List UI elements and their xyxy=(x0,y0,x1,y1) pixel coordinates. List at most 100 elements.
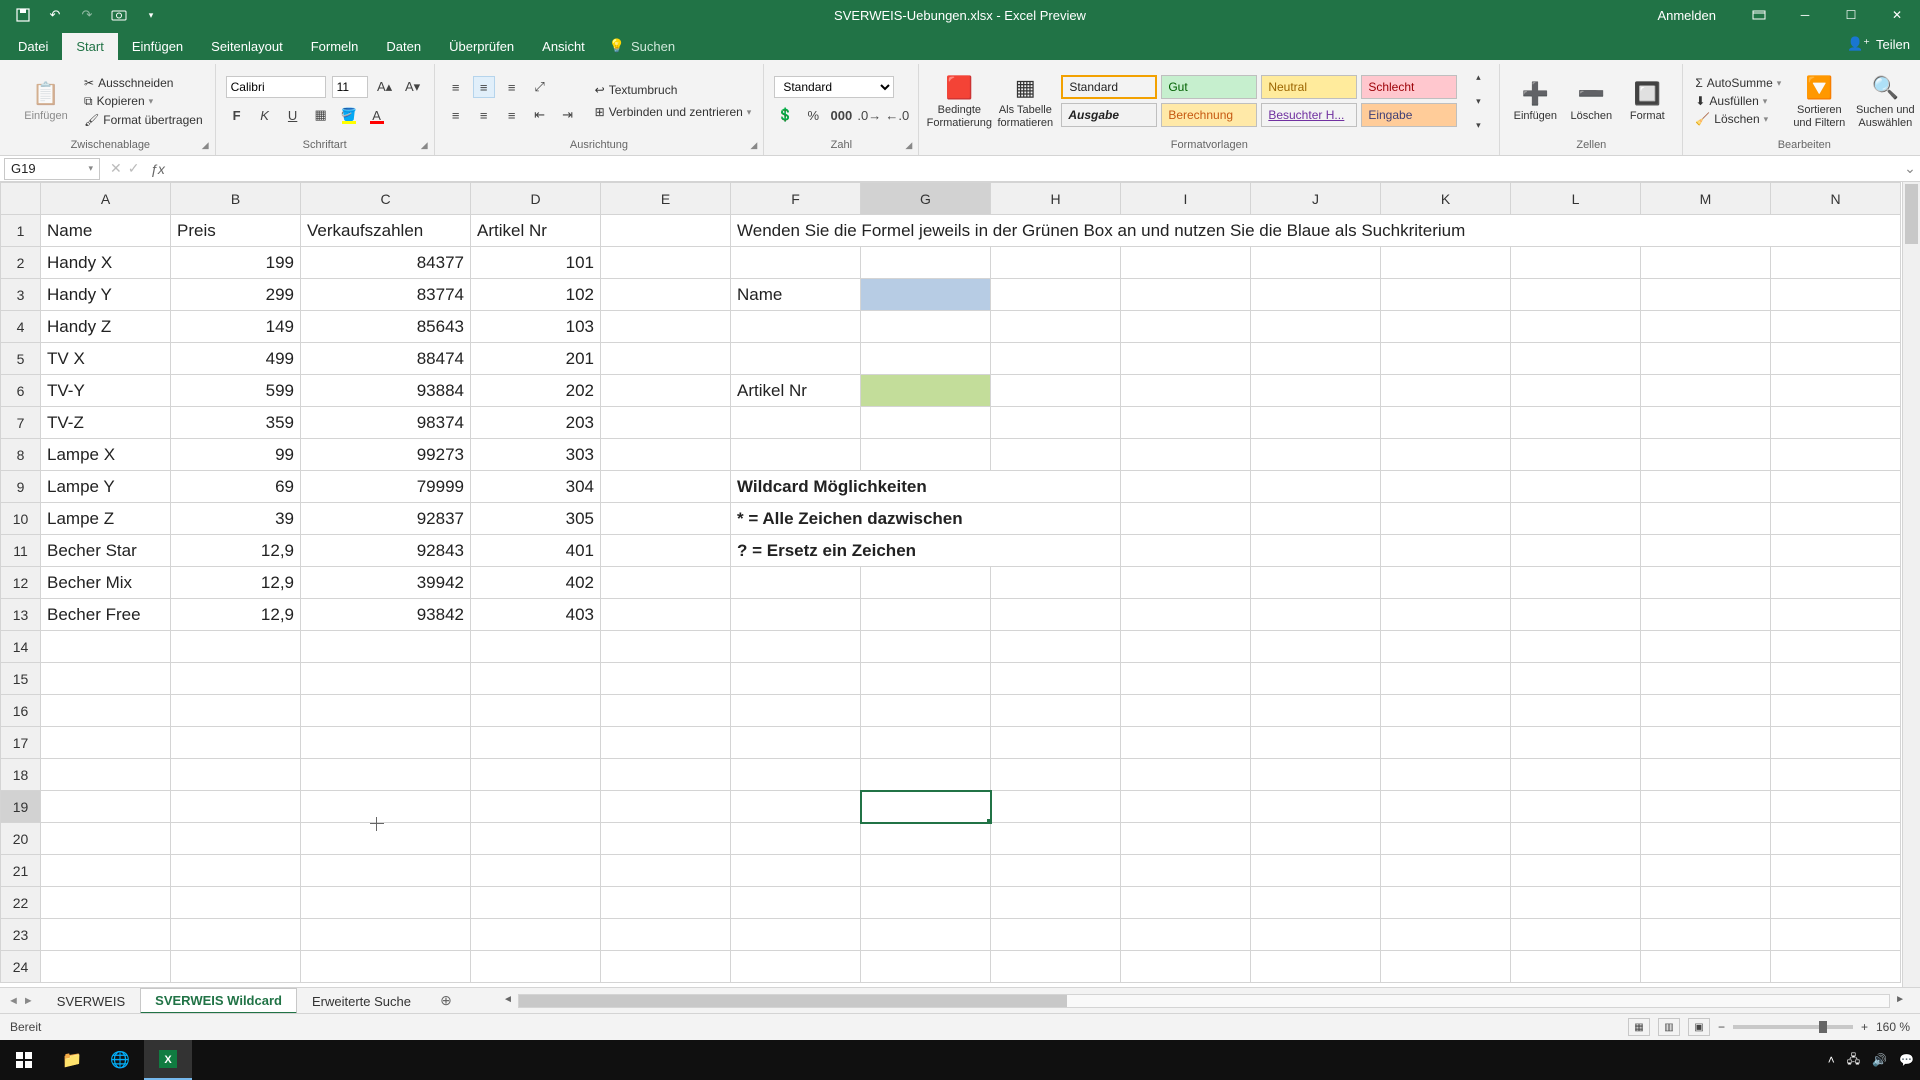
cell[interactable] xyxy=(601,759,731,791)
cell[interactable] xyxy=(1251,567,1381,599)
sheet-next-icon[interactable]: ► xyxy=(23,995,34,1007)
cell[interactable] xyxy=(1771,695,1901,727)
cell[interactable] xyxy=(471,919,601,951)
cell[interactable] xyxy=(731,919,861,951)
cell[interactable]: TV-Y xyxy=(41,375,171,407)
cell[interactable]: Lampe Y xyxy=(41,471,171,503)
percent-icon[interactable]: % xyxy=(802,104,824,126)
row-header[interactable]: 18 xyxy=(1,759,41,791)
wrap-text-button[interactable]: ↩Textumbruch xyxy=(593,82,754,98)
cell[interactable] xyxy=(731,631,861,663)
cell[interactable]: 202 xyxy=(471,375,601,407)
align-bottom-icon[interactable]: ≡ xyxy=(501,76,523,98)
row-header[interactable]: 21 xyxy=(1,855,41,887)
style-besuchter[interactable]: Besuchter H... xyxy=(1261,103,1357,127)
tab-file[interactable]: Datei xyxy=(4,33,62,60)
cell[interactable] xyxy=(471,855,601,887)
font-size-input[interactable] xyxy=(332,76,368,98)
bold-icon[interactable]: F xyxy=(226,104,248,126)
decrease-font-icon[interactable]: A▾ xyxy=(402,76,424,98)
column-header[interactable]: J xyxy=(1251,183,1381,215)
cell[interactable] xyxy=(1641,951,1771,983)
sheet-tab-1[interactable]: SVERWEIS xyxy=(42,989,140,1013)
row-header[interactable]: 5 xyxy=(1,343,41,375)
sheet-tab-3[interactable]: Erweiterte Suche xyxy=(297,989,426,1013)
cell[interactable] xyxy=(301,727,471,759)
cell[interactable] xyxy=(731,439,861,471)
cell[interactable] xyxy=(861,311,991,343)
cell[interactable] xyxy=(1251,823,1381,855)
cell[interactable] xyxy=(1121,471,1251,503)
cell[interactable] xyxy=(601,695,731,727)
insert-cells-button[interactable]: ➕Einfügen xyxy=(1510,78,1560,123)
style-neutral[interactable]: Neutral xyxy=(1261,75,1357,99)
cell[interactable] xyxy=(731,599,861,631)
cell[interactable] xyxy=(991,887,1121,919)
conditional-formatting-button[interactable]: 🟥 Bedingte Formatierung xyxy=(929,72,989,130)
align-right-icon[interactable]: ≡ xyxy=(501,104,523,126)
cell[interactable] xyxy=(1121,375,1251,407)
zoom-in-icon[interactable]: + xyxy=(1861,1020,1868,1034)
cell[interactable] xyxy=(1511,311,1641,343)
cell[interactable] xyxy=(731,567,861,599)
redo-icon[interactable]: ↷ xyxy=(76,4,98,26)
cell[interactable] xyxy=(861,695,991,727)
accounting-icon[interactable]: 💲 xyxy=(774,104,796,126)
row-header[interactable]: 24 xyxy=(1,951,41,983)
cell[interactable] xyxy=(1641,919,1771,951)
cell[interactable] xyxy=(1641,311,1771,343)
cell[interactable]: 304 xyxy=(471,471,601,503)
cell[interactable] xyxy=(601,279,731,311)
increase-decimal-icon[interactable]: .0→ xyxy=(858,104,880,126)
tab-formulas[interactable]: Formeln xyxy=(297,33,373,60)
cell[interactable]: 599 xyxy=(171,375,301,407)
cell[interactable] xyxy=(991,407,1121,439)
cell[interactable] xyxy=(41,887,171,919)
cell[interactable] xyxy=(1121,855,1251,887)
tab-home[interactable]: Start xyxy=(62,33,117,60)
cell[interactable] xyxy=(1121,311,1251,343)
cell[interactable] xyxy=(731,727,861,759)
cell[interactable] xyxy=(601,791,731,823)
cell[interactable] xyxy=(1121,343,1251,375)
cell[interactable] xyxy=(1771,279,1901,311)
cell[interactable] xyxy=(1511,567,1641,599)
hscroll-thumb[interactable] xyxy=(519,995,1067,1007)
tab-insert[interactable]: Einfügen xyxy=(118,33,197,60)
tray-volume-icon[interactable]: 🔊 xyxy=(1872,1053,1887,1067)
cell[interactable] xyxy=(1641,791,1771,823)
cell[interactable] xyxy=(731,343,861,375)
cell[interactable] xyxy=(1771,567,1901,599)
cell[interactable] xyxy=(471,791,601,823)
cell[interactable]: 83774 xyxy=(301,279,471,311)
cell[interactable] xyxy=(861,599,991,631)
cell[interactable] xyxy=(1381,343,1511,375)
cell[interactable] xyxy=(1511,343,1641,375)
row-header[interactable]: 23 xyxy=(1,919,41,951)
cell[interactable] xyxy=(1641,599,1771,631)
expand-formula-bar-icon[interactable]: ⌄ xyxy=(1900,160,1920,177)
format-cells-button[interactable]: 🔲Format xyxy=(1622,78,1672,123)
cell[interactable] xyxy=(601,887,731,919)
cell[interactable] xyxy=(1511,759,1641,791)
cell[interactable] xyxy=(1641,631,1771,663)
cell[interactable]: Becher Mix xyxy=(41,567,171,599)
cell[interactable] xyxy=(1251,439,1381,471)
row-header[interactable]: 13 xyxy=(1,599,41,631)
cell[interactable]: 92837 xyxy=(301,503,471,535)
cell[interactable] xyxy=(1121,439,1251,471)
cell[interactable] xyxy=(41,791,171,823)
cell[interactable]: Handy Z xyxy=(41,311,171,343)
column-header[interactable]: H xyxy=(991,183,1121,215)
row-header[interactable]: 11 xyxy=(1,535,41,567)
cell[interactable] xyxy=(1121,407,1251,439)
cell[interactable] xyxy=(861,887,991,919)
zoom-control[interactable]: − + 160 % xyxy=(1718,1020,1910,1034)
cell[interactable] xyxy=(1251,375,1381,407)
cell[interactable]: 403 xyxy=(471,599,601,631)
cell[interactable] xyxy=(731,887,861,919)
cell[interactable] xyxy=(1251,951,1381,983)
sort-filter-button[interactable]: 🔽Sortieren und Filtern xyxy=(1789,72,1849,130)
cell[interactable] xyxy=(731,311,861,343)
cell[interactable] xyxy=(41,855,171,887)
